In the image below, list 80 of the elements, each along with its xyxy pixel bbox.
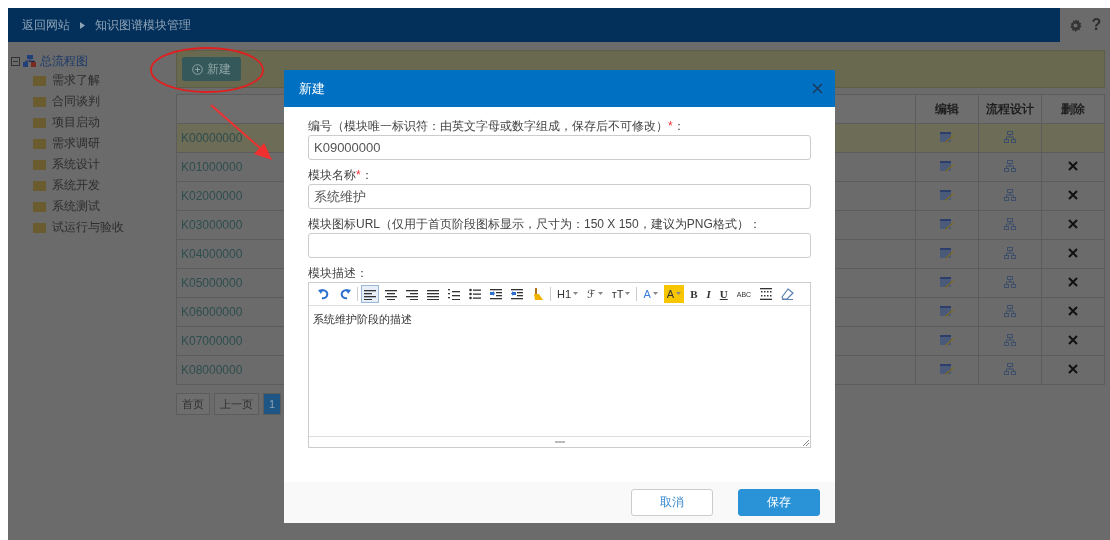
input-field[interactable] [308, 233, 811, 258]
help-button[interactable]: ? [1091, 16, 1102, 34]
breadcrumb-link[interactable]: 返回网站 [22, 16, 70, 34]
redo-icon [339, 288, 351, 300]
folder-icon [33, 117, 46, 128]
align-center-icon [385, 288, 397, 300]
bullet-list-icon [469, 288, 481, 300]
column-header: 编辑 [915, 94, 979, 124]
delete-icon[interactable] [1068, 364, 1078, 374]
field-label: 模块图标URL（仅用于首页阶段图标显示，尺寸为：150 X 150，建议为PNG格式）： [308, 217, 762, 231]
undo-icon [318, 288, 330, 300]
hierarchy-icon[interactable] [1004, 275, 1016, 288]
edit-icon[interactable] [940, 275, 954, 288]
delete-icon[interactable] [1068, 277, 1078, 287]
tree-item[interactable]: 系统设计 [52, 156, 100, 173]
close-icon[interactable] [812, 83, 823, 94]
edit-icon[interactable] [940, 246, 954, 259]
field-label: 模块名称*： [308, 168, 374, 182]
ordered-list-icon [448, 288, 460, 300]
tree-item[interactable]: 系统开发 [52, 177, 100, 194]
delete-icon[interactable] [1068, 248, 1078, 258]
resize-corner-icon[interactable] [803, 440, 809, 446]
field-label: 模块描述： [308, 266, 369, 280]
folder-icon [33, 180, 46, 191]
align-right-icon [406, 288, 418, 300]
outdent-icon [511, 288, 523, 300]
edit-icon[interactable] [940, 188, 954, 201]
hierarchy-icon[interactable] [1004, 217, 1016, 230]
folder-icon [33, 201, 46, 212]
delete-icon[interactable] [1068, 306, 1078, 316]
chevron-icon [80, 21, 85, 29]
justify-icon [427, 288, 439, 300]
input-field[interactable]: K09000000 [308, 135, 811, 160]
tree-item[interactable]: 系统测试 [52, 198, 100, 215]
column-header: 删除 [1041, 94, 1105, 124]
eraser-icon [781, 288, 795, 300]
breadcrumb-link[interactable]: 知识图谱模块管理 [95, 16, 191, 34]
folder-icon [33, 75, 46, 86]
save-button[interactable]: 保存 [738, 489, 820, 516]
hierarchy-icon[interactable] [1004, 188, 1016, 201]
column-header: 流程设计 [978, 94, 1042, 124]
edit-icon[interactable] [940, 333, 954, 346]
edit-icon[interactable] [940, 130, 954, 143]
indent-icon [490, 288, 502, 300]
align-left-icon [364, 288, 376, 300]
hierarchy-icon[interactable] [1004, 362, 1016, 375]
highlight-button[interactable]: A [663, 285, 685, 303]
cancel-button[interactable]: 取消 [631, 489, 713, 516]
resize-grip-icon[interactable] [554, 440, 565, 444]
edit-icon[interactable] [940, 217, 954, 230]
hierarchy-icon [23, 55, 37, 67]
delete-icon[interactable] [1068, 190, 1078, 200]
delete-icon[interactable] [1068, 219, 1078, 229]
edit-icon[interactable] [940, 159, 954, 172]
new-button[interactable]: 新建 [182, 57, 241, 81]
folder-icon [33, 159, 46, 170]
align-left-button[interactable] [361, 285, 379, 303]
page-button[interactable]: 1 [263, 393, 282, 415]
hierarchy-icon[interactable] [1004, 159, 1016, 172]
brush-icon [532, 288, 544, 300]
settings-icon[interactable] [1068, 18, 1082, 32]
plus-circle-icon [192, 63, 203, 75]
folder-icon [33, 96, 46, 107]
hierarchy-icon[interactable] [1004, 304, 1016, 317]
delete-icon[interactable] [1068, 335, 1078, 345]
folder-icon [33, 138, 46, 149]
tree-item[interactable]: 试运行与验收 [52, 219, 124, 236]
hierarchy-icon[interactable] [1004, 333, 1016, 346]
edit-icon[interactable] [940, 362, 954, 375]
hierarchy-icon[interactable] [1004, 130, 1016, 143]
input-field[interactable]: 系统维护 [308, 184, 811, 209]
folder-icon [33, 222, 46, 233]
dialog-title: 新建 [299, 79, 325, 98]
edit-icon[interactable] [940, 304, 954, 317]
table-icon [760, 288, 773, 300]
collapse-icon[interactable] [11, 56, 20, 66]
tree-item[interactable]: 需求调研 [52, 135, 100, 152]
delete-icon[interactable] [1068, 161, 1078, 171]
tree-root-item[interactable]: 总流程图 [40, 52, 88, 70]
hierarchy-icon[interactable] [1004, 246, 1016, 259]
